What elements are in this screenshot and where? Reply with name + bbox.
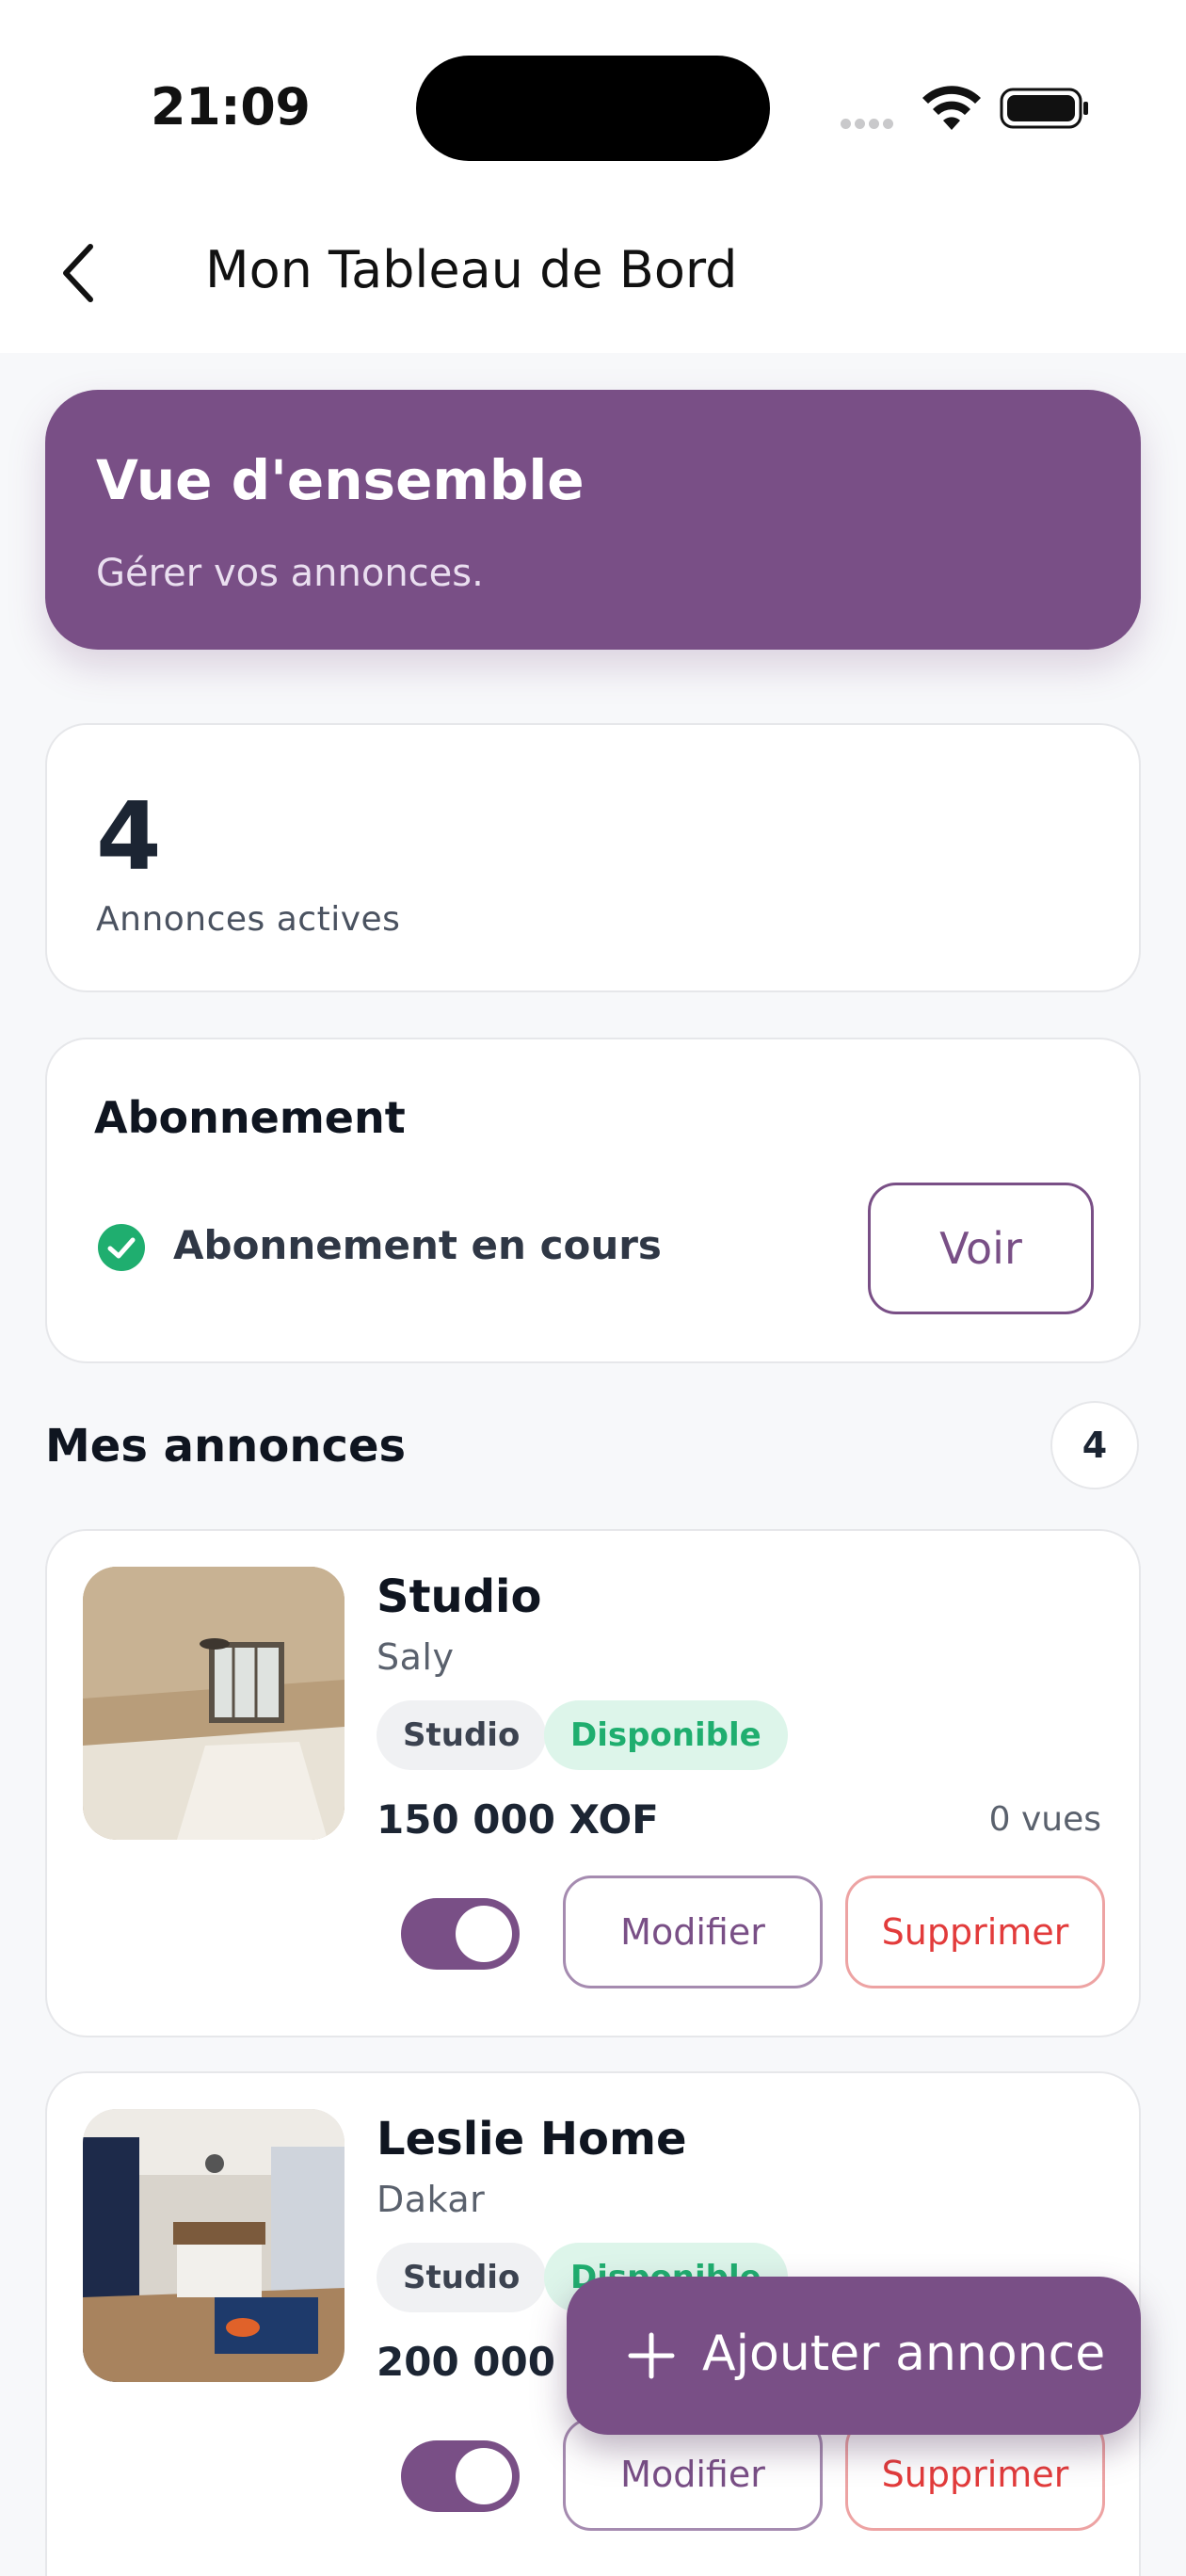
edit-listing-button[interactable]: Modifier xyxy=(563,1876,823,1988)
active-listings-count: 4 xyxy=(96,781,162,892)
listing-type-tag: Studio xyxy=(377,2243,547,2312)
my-listings-title: Mes annonces xyxy=(45,1420,407,1473)
listing-status-badge: Disponible xyxy=(544,1700,788,1770)
active-listings-label: Annonces actives xyxy=(96,900,401,939)
overview-banner: Vue d'ensemble Gérer vos annonces. xyxy=(45,390,1141,650)
listing-active-toggle[interactable] xyxy=(401,2440,520,2512)
view-subscription-button[interactable]: Voir xyxy=(868,1183,1094,1314)
delete-listing-button[interactable]: Supprimer xyxy=(845,1876,1105,1988)
add-listing-button[interactable]: Ajouter annonce xyxy=(567,2277,1141,2435)
status-bar: 21:09 xyxy=(0,0,1186,202)
listing-photo xyxy=(83,1567,345,1840)
listing-title: Leslie Home xyxy=(377,2113,687,2165)
page-title: Mon Tableau de Bord xyxy=(205,240,738,299)
dynamic-island xyxy=(416,56,770,161)
check-circle-icon xyxy=(98,1224,145,1271)
wifi-icon xyxy=(922,86,981,130)
back-arrow-icon[interactable] xyxy=(53,235,109,311)
overview-title: Vue d'ensemble xyxy=(96,448,585,512)
active-listings-card: 4 Annonces actives xyxy=(45,723,1141,992)
listing-type-tag: Studio xyxy=(377,1700,547,1770)
delete-listing-button[interactable]: Supprimer xyxy=(845,2418,1105,2531)
listing-views: 0 vues xyxy=(988,1800,1101,1839)
status-time: 21:09 xyxy=(151,77,311,137)
subscription-card: Abonnement Abonnement en cours Voir xyxy=(45,1038,1141,1363)
listing-photo xyxy=(83,2109,345,2382)
listing-card[interactable]: Studio Saly Studio Disponible 150 000 XO… xyxy=(45,1529,1141,2037)
edit-listing-button[interactable]: Modifier xyxy=(563,2418,823,2531)
toggle-knob xyxy=(456,2448,512,2504)
listing-title: Studio xyxy=(377,1570,542,1623)
listing-location: Saly xyxy=(377,1636,455,1678)
cellular-signal-icon xyxy=(841,115,906,129)
toggle-knob xyxy=(456,1906,512,1962)
listing-price: 150 000 XOF xyxy=(377,1796,659,1843)
subscription-status: Abonnement en cours xyxy=(173,1222,662,1268)
subscription-title: Abonnement xyxy=(94,1092,406,1143)
listing-location: Dakar xyxy=(377,2179,486,2220)
overview-subtitle: Gérer vos annonces. xyxy=(96,552,484,595)
battery-icon xyxy=(1000,88,1088,129)
plus-icon xyxy=(628,2332,675,2379)
add-listing-label: Ajouter annonce xyxy=(702,2326,1106,2382)
listings-count-badge: 4 xyxy=(1050,1401,1139,1489)
listing-active-toggle[interactable] xyxy=(401,1898,520,1970)
